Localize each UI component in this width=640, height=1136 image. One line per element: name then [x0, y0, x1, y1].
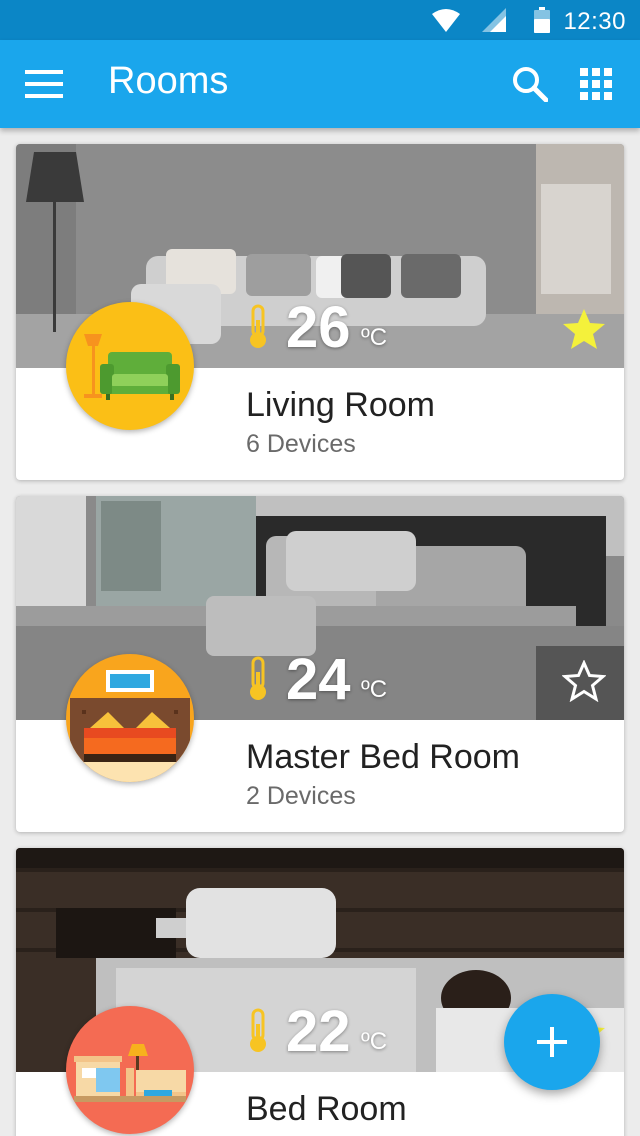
temperature-unit: ºC — [361, 324, 388, 351]
temperature-unit: ºC — [361, 1028, 388, 1055]
search-icon[interactable] — [512, 66, 548, 102]
room-card-living-room[interactable]: 26 ºC Living Room 6 Devices — [16, 144, 624, 480]
add-room-button[interactable] — [504, 994, 600, 1090]
menu-icon[interactable] — [25, 70, 63, 98]
temperature-value: 22 — [286, 999, 351, 1064]
device-count: 6 Devices — [246, 430, 356, 458]
temperature-value: 24 — [286, 647, 351, 712]
battery-icon — [534, 7, 550, 33]
temperature-unit: ºC — [361, 676, 388, 703]
room-name: Master Bed Room — [246, 738, 520, 776]
app-bar: Rooms — [0, 40, 640, 128]
room-card-master-bed-room[interactable]: 24 ºC Master Bed Room 2 Devices — [16, 496, 624, 832]
sofa-icon — [66, 302, 194, 430]
add-icon — [537, 1027, 567, 1057]
room-name: Bed Room — [246, 1090, 407, 1128]
wifi-icon — [432, 9, 460, 32]
star-outline-icon[interactable] — [562, 660, 606, 702]
clock: 12:30 — [563, 8, 626, 35]
status-bar: 12:30 — [0, 0, 640, 40]
bed-icon — [66, 654, 194, 782]
grid-icon[interactable] — [580, 68, 612, 100]
temperature-value: 26 — [286, 295, 351, 360]
thermometer-icon — [250, 656, 266, 700]
twin-bed-icon — [66, 1006, 194, 1134]
cell-signal-icon — [482, 8, 506, 32]
thermometer-icon — [250, 1008, 266, 1052]
star-filled-icon[interactable] — [562, 308, 606, 350]
thermometer-icon — [250, 304, 266, 348]
page-title: Rooms — [108, 60, 229, 102]
room-card-bed-room[interactable]: 22 ºC Bed Room — [16, 848, 624, 1136]
device-count: 2 Devices — [246, 782, 356, 810]
room-name: Living Room — [246, 386, 435, 424]
